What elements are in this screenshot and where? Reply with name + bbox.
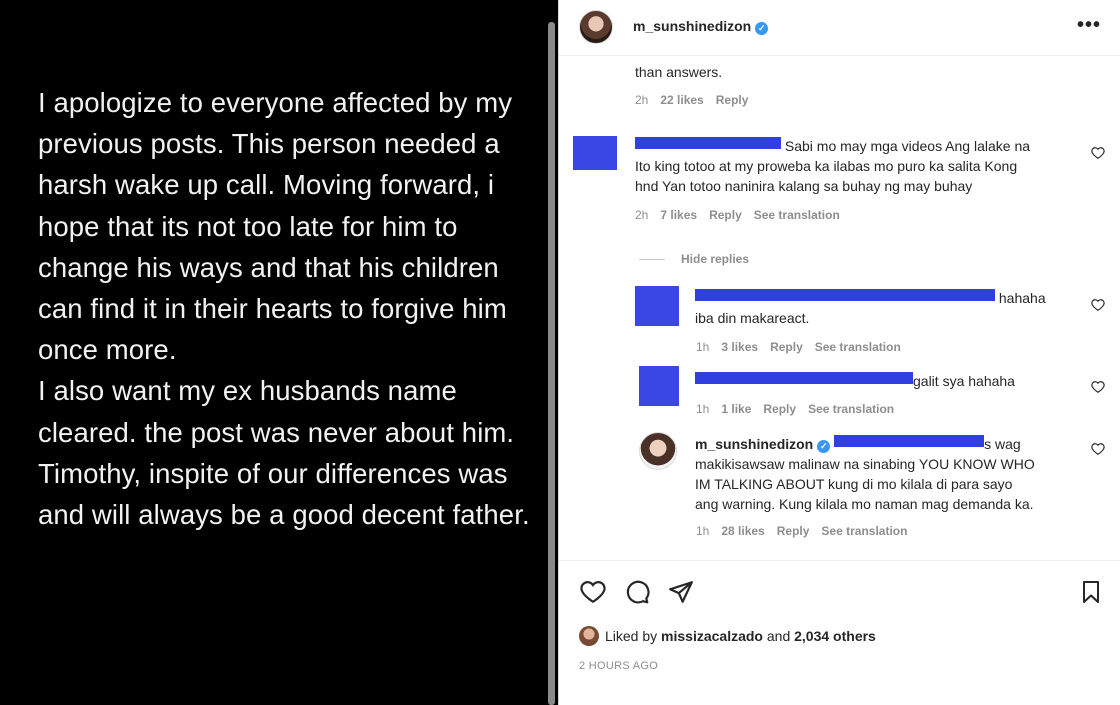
comment-line: hahaha [998, 290, 1046, 306]
comments-list: than answers. 2h 22 likes Reply Sabi mo ma… [559, 56, 1120, 556]
comment-line: makikisawsaw malinaw na sinabing YOU KNO… [695, 456, 1035, 472]
story-panel: I apologize to everyone affected by my p… [0, 0, 558, 705]
post-panel: m_sunshinedizon ✓ ••• than answers. 2h 22 … [558, 0, 1120, 705]
comment-line: Ito king totoo at my proweba ka ilabas m… [635, 158, 1018, 174]
story-text: I apologize to everyone affected by my p… [38, 87, 530, 531]
redacted-username [695, 289, 995, 301]
comment-line: galit sya hahaha [913, 373, 1015, 389]
comment-line: s wag [984, 436, 1021, 452]
comment-likes[interactable]: 28 likes [721, 524, 764, 538]
liked-by-label: Liked by [605, 628, 658, 644]
action-bar [559, 560, 1120, 620]
post-username-row[interactable]: m_sunshinedizon ✓ [633, 18, 769, 35]
comment-meta: 2h 7 likes Reply See translation [635, 208, 852, 222]
see-translation-button[interactable]: See translation [821, 524, 907, 538]
comment-likes[interactable]: 1 like [721, 402, 751, 416]
reply-text: galit sya hahaha [695, 371, 1075, 391]
comment-text: than answers. [635, 64, 723, 80]
comment-username[interactable]: m_sunshinedizon [695, 436, 813, 452]
hide-replies-button[interactable]: Hide replies [639, 252, 749, 266]
liked-by-username[interactable]: missizacalzado [661, 628, 763, 644]
share-send-icon[interactable] [667, 579, 695, 605]
comment-meta: 2h 22 likes Reply [635, 93, 760, 107]
like-comment-heart-icon[interactable] [1091, 380, 1105, 394]
comment-line: Sabi mo may mga videos Ang lalake na [784, 138, 1031, 154]
reply-button[interactable]: Reply [770, 340, 803, 354]
see-translation-button[interactable]: See translation [815, 340, 901, 354]
comment-likes[interactable]: 7 likes [660, 208, 697, 222]
avatar-redacted[interactable] [635, 286, 679, 326]
avatar[interactable] [639, 432, 677, 470]
more-options-icon[interactable]: ••• [1077, 14, 1101, 37]
comment-line: hnd Yan totoo naninira kalang sa buhay n… [635, 178, 973, 194]
reply-text: m_sunshinedizon ✓ s wag makikisawsaw mali… [695, 434, 1085, 514]
liked-by-row: Liked by missizacalzado and 2,034 others [579, 626, 876, 646]
comment-time: 1h [696, 340, 710, 354]
reply-button[interactable]: Reply [777, 524, 810, 538]
comment-line: IM TALKING ABOUT kung di mo kilala di pa… [695, 476, 1013, 492]
verified-badge-icon: ✓ [817, 440, 831, 453]
comment-meta: 1h 28 likes Reply See translation [696, 524, 919, 538]
comment-time: 2h [635, 208, 649, 222]
verified-badge-icon: ✓ [755, 22, 769, 35]
save-bookmark-icon[interactable] [1079, 579, 1103, 605]
post-username[interactable]: m_sunshinedizon [633, 18, 751, 34]
redacted-username [834, 435, 985, 447]
comment-time: 1h [696, 524, 710, 538]
like-comment-heart-icon[interactable] [1091, 442, 1105, 456]
redacted-username [695, 372, 913, 384]
comment-time: 1h [696, 402, 710, 416]
avatar[interactable] [579, 626, 599, 646]
comment-meta: 1h 3 likes Reply See translation [696, 340, 913, 354]
divider [639, 259, 665, 260]
reply-text: hahaha iba din makareact. [695, 288, 1075, 328]
post-timestamp[interactable]: 2 HOURS AGO [579, 660, 658, 672]
scrollbar[interactable] [548, 22, 555, 705]
avatar-redacted[interactable] [639, 366, 679, 406]
comment-bubble-icon[interactable] [623, 579, 651, 605]
redacted-username [635, 137, 781, 149]
avatar-redacted[interactable] [573, 136, 617, 170]
like-comment-heart-icon[interactable] [1091, 146, 1105, 160]
see-translation-button[interactable]: See translation [754, 208, 840, 222]
avatar[interactable] [579, 10, 613, 44]
liked-by-and: and [766, 628, 791, 644]
hide-replies-label: Hide replies [681, 252, 750, 266]
like-heart-icon[interactable] [579, 579, 607, 605]
comment-time: 2h [635, 93, 649, 107]
comment-meta: 1h 1 like Reply See translation [696, 402, 906, 416]
post-header: m_sunshinedizon ✓ ••• [559, 0, 1120, 56]
likes-count-link[interactable]: 2,034 others [794, 628, 876, 644]
comment-text: Sabi mo may mga videos Ang lalake na Ito… [635, 136, 1085, 196]
comment-likes[interactable]: 3 likes [721, 340, 758, 354]
comment-likes[interactable]: 22 likes [660, 93, 703, 107]
comment-line: ang warning. Kung kilala mo naman mag de… [695, 496, 1034, 512]
see-translation-button[interactable]: See translation [808, 402, 894, 416]
like-comment-heart-icon[interactable] [1091, 298, 1105, 312]
reply-button[interactable]: Reply [716, 93, 749, 107]
reply-button[interactable]: Reply [763, 402, 796, 416]
reply-button[interactable]: Reply [709, 208, 742, 222]
comment-line: iba din makareact. [695, 310, 810, 326]
